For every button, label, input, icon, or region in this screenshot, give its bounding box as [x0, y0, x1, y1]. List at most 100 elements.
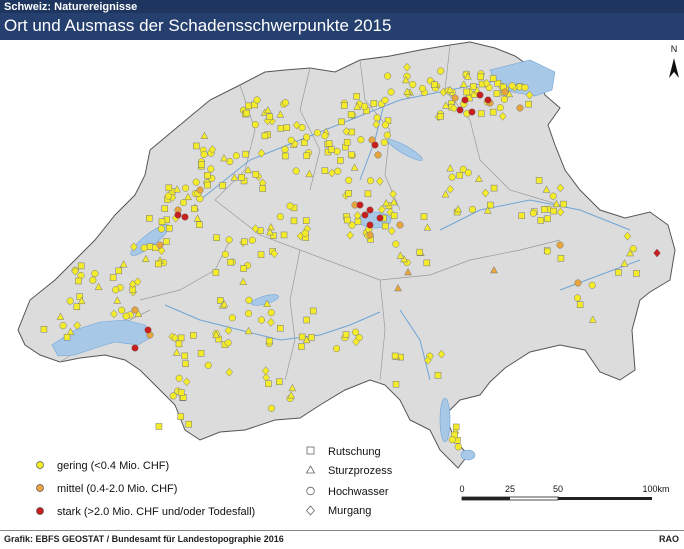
- damage-point-square: [537, 217, 545, 224]
- damage-point-square: [550, 207, 557, 215]
- damage-point-square: [227, 258, 234, 266]
- damage-point-circle: [276, 213, 284, 221]
- damage-point-circle: [366, 221, 374, 229]
- damage-point-square: [390, 212, 398, 220]
- scale-bar: 0 25 50 100km: [459, 484, 670, 501]
- sturzprozess-triangle-icon: [305, 465, 316, 474]
- damage-point-circle: [181, 184, 190, 192]
- damage-point-square: [342, 331, 350, 338]
- damage-point-circle: [381, 121, 389, 129]
- damage-point-square: [345, 190, 352, 197]
- damage-point-circle: [333, 147, 341, 155]
- damage-point-circle: [192, 178, 200, 186]
- damage-point-square: [321, 167, 329, 174]
- damage-point-circle: [380, 138, 388, 146]
- damage-point-square: [348, 151, 355, 159]
- damage-point-square: [241, 238, 248, 246]
- lake-maggiore: [439, 397, 451, 443]
- legend-label-murgang: Murgang: [328, 505, 371, 517]
- damage-point-square: [470, 83, 477, 90]
- damage-point-square: [252, 171, 260, 178]
- damage-point-circle: [484, 96, 492, 104]
- damage-point-square: [243, 109, 251, 117]
- damage-point-square: [303, 316, 310, 324]
- damage-point-circle: [334, 167, 342, 175]
- damage-point-square: [434, 372, 442, 379]
- damage-point-circle: [366, 177, 375, 185]
- scale-bar-segment-1: [462, 497, 510, 500]
- damage-point-circle: [396, 221, 404, 229]
- map-title: Ort und Ausmass der Schadensschwerpunkte…: [4, 16, 392, 35]
- damage-point-circle: [245, 309, 253, 318]
- damage-point-square: [154, 260, 162, 268]
- damage-point-circle: [303, 133, 311, 141]
- damage-point-square: [487, 201, 494, 209]
- damage-point-circle: [373, 114, 381, 122]
- damage-point-square: [325, 140, 333, 147]
- damage-point-square: [277, 125, 285, 132]
- damage-point-circle: [381, 96, 389, 104]
- damage-point-square: [181, 352, 189, 360]
- damage-point-square: [265, 380, 272, 388]
- damage-point-circle: [448, 436, 456, 444]
- damage-point-square: [276, 325, 284, 332]
- legend-label-sturzprozess: Sturzprozess: [328, 465, 393, 477]
- damage-point-circle: [156, 241, 164, 249]
- damage-point-square: [185, 420, 193, 428]
- damage-point-square: [75, 277, 82, 285]
- damage-point-square: [266, 113, 274, 121]
- scale-tick-50: 50: [553, 484, 563, 494]
- damage-point-square: [77, 262, 85, 270]
- damage-point-circle: [131, 306, 139, 314]
- legend-swatch-gering: [36, 461, 44, 469]
- damage-point-square: [245, 102, 252, 110]
- damage-point-square: [544, 215, 551, 223]
- damage-point-circle: [204, 361, 212, 369]
- damage-point-square: [242, 150, 249, 158]
- damage-point-square: [240, 265, 247, 272]
- damage-point-square: [155, 423, 163, 430]
- damage-point-circle: [228, 314, 236, 322]
- damage-point-square: [177, 413, 185, 420]
- damage-point-square: [423, 259, 431, 267]
- damage-point-circle: [140, 244, 148, 252]
- damage-point-circle: [268, 404, 276, 412]
- damage-point-square: [276, 378, 283, 385]
- damage-point-square: [633, 270, 640, 277]
- damage-point-circle: [292, 167, 300, 175]
- damage-point-square: [341, 102, 348, 109]
- damage-point-square: [212, 269, 220, 276]
- damage-point-square: [477, 73, 484, 81]
- damage-point-square: [490, 184, 498, 192]
- damage-point-square: [282, 152, 289, 160]
- damage-point-circle: [175, 374, 183, 382]
- damage-point-circle: [366, 206, 374, 214]
- damage-point-circle: [224, 339, 232, 347]
- damage-point-square: [193, 142, 200, 150]
- legend-label-gering: gering (<0.4 Mio. CHF): [57, 460, 169, 472]
- damage-point-square: [391, 352, 399, 360]
- damage-point-circle: [59, 322, 67, 330]
- north-arrow: N: [669, 44, 679, 78]
- damage-point-circle: [549, 192, 557, 200]
- damage-point-square: [163, 238, 170, 245]
- damage-point-circle: [529, 209, 537, 217]
- damage-point-circle: [448, 173, 456, 181]
- damage-point-circle: [392, 240, 400, 248]
- damage-point-square: [420, 213, 428, 220]
- legend-label-stark: stark (>2.0 Mio. CHF und/oder Todesfall): [57, 506, 255, 518]
- damage-point-circle: [257, 316, 265, 324]
- damage-point-circle: [221, 250, 229, 258]
- damage-point-circle: [248, 236, 256, 244]
- damage-point-circle: [91, 269, 99, 278]
- damage-point-circle: [245, 296, 253, 304]
- damage-point-square: [557, 255, 565, 262]
- damage-point-circle: [345, 176, 353, 184]
- damage-point-circle: [371, 141, 379, 149]
- legend-label-rutschung: Rutschung: [328, 446, 381, 458]
- damage-point-square: [328, 146, 335, 153]
- damage-point-square: [175, 340, 183, 348]
- damage-point-circle: [232, 152, 240, 160]
- north-arrow-icon: [669, 58, 679, 78]
- damage-point-square: [518, 212, 525, 219]
